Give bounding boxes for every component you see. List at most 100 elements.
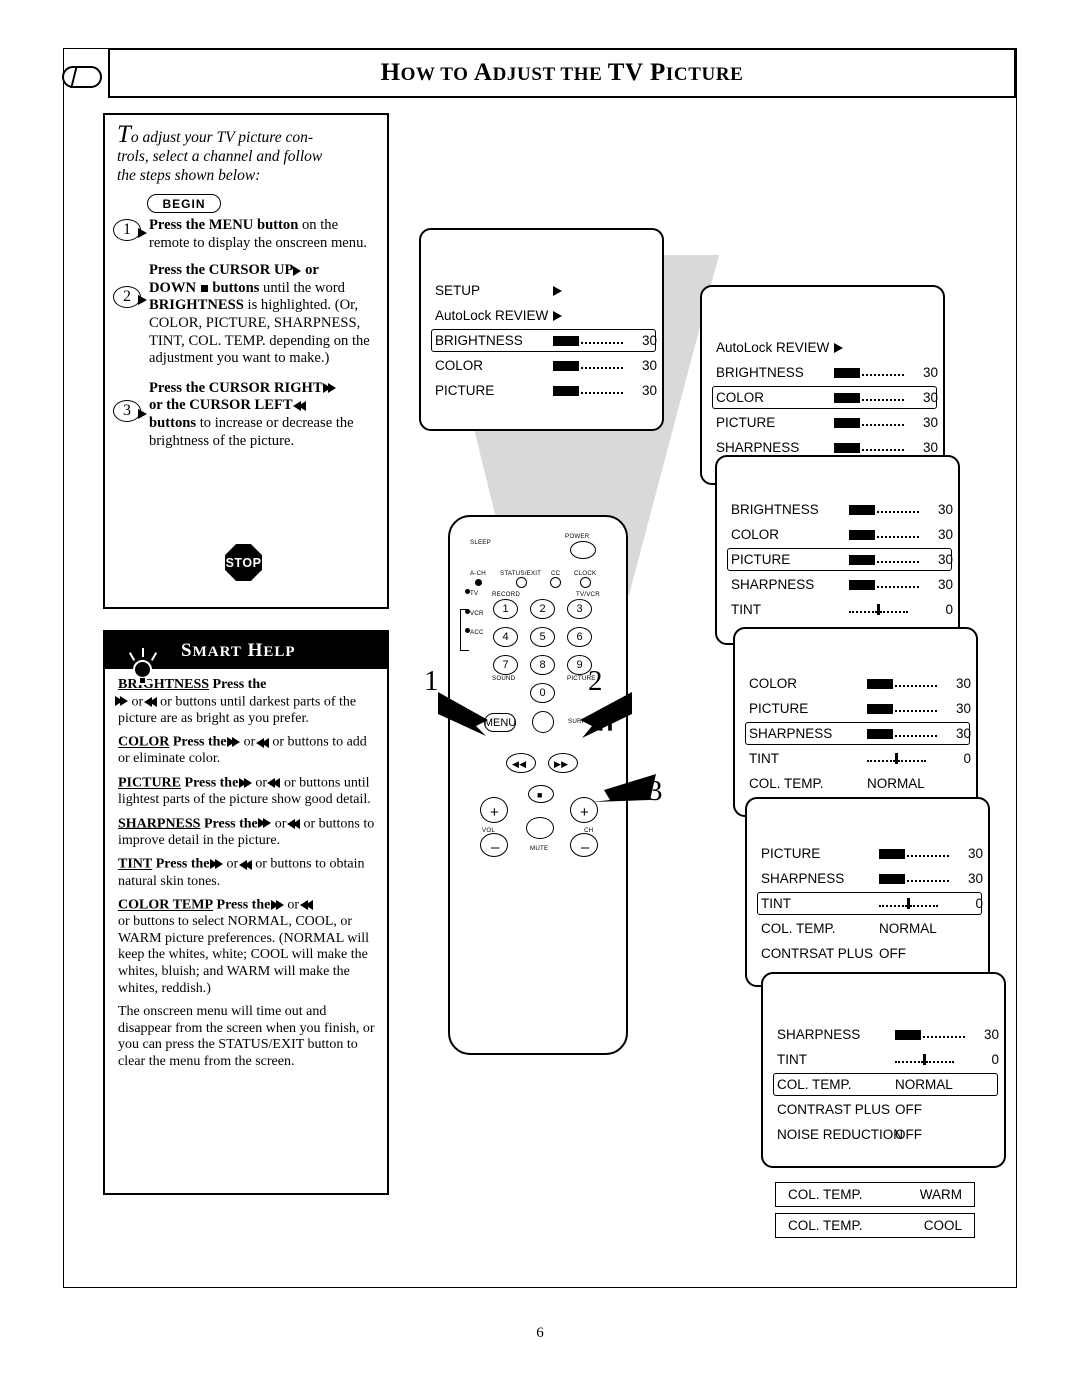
osd-panel-1: SETUP AutoLock REVIEW BRIGHTNESS 30 COLO…: [419, 228, 664, 431]
num-0-button[interactable]: 0: [530, 683, 555, 703]
osd-1-label-picture: PICTURE: [435, 383, 495, 398]
remote-label-statusexit: STATUS/EXIT: [500, 570, 542, 577]
osd-3-row-picture[interactable]: PICTURE 30: [717, 547, 958, 572]
status-exit-button[interactable]: [516, 577, 527, 588]
stop-square-icon: ■: [537, 790, 543, 800]
num-8-button[interactable]: 8: [530, 655, 555, 675]
entry-lead-tint: Press the: [155, 856, 210, 872]
osd-3-value-brightness: 30: [937, 502, 953, 517]
step-3-text: Press the CURSOR RIGHT or the CURSOR LEF…: [117, 380, 375, 451]
osd-5-value-sharpness: 30: [967, 871, 983, 886]
remote-label-record: RECORD: [492, 591, 521, 598]
osd-3-row-color[interactable]: COLOR 30: [717, 522, 958, 547]
ach-button[interactable]: [475, 579, 482, 586]
osd-1-row-color[interactable]: COLOR 30: [421, 353, 662, 378]
minus-icon-ch: –: [581, 839, 590, 856]
osd-6-row-noisereduction[interactable]: NOISE REDUCTION OFF: [763, 1122, 1004, 1147]
osd-2-row-brightness[interactable]: BRIGHTNESS 30: [702, 360, 943, 385]
osd-1-row-autolock[interactable]: AutoLock REVIEW: [421, 303, 662, 328]
coltemp-warm-box[interactable]: COL. TEMP. WARM: [775, 1182, 975, 1207]
osd-1-label-autolock: AutoLock REVIEW: [435, 308, 549, 323]
osd-4-row-tint[interactable]: TINT 0: [735, 746, 976, 771]
osd-5-row-tint[interactable]: TINT 0: [747, 891, 988, 916]
num-4-button[interactable]: 4: [493, 627, 518, 647]
osd-6-bar-sharpness: [895, 1029, 965, 1040]
osd-6-label-contrastplus: CONTRAST PLUS: [777, 1102, 891, 1117]
corner-mark-icon: [62, 66, 102, 88]
osd-5-bar-sharpness: [879, 873, 949, 884]
cc-button[interactable]: [550, 577, 561, 588]
osd-2-row-autolock[interactable]: AutoLock REVIEW: [702, 335, 943, 360]
left-double-icon-6: [299, 898, 313, 913]
power-button[interactable]: [570, 541, 596, 559]
num-1-button[interactable]: 1: [493, 599, 518, 619]
osd-6-row-tint[interactable]: TINT 0: [763, 1047, 1004, 1072]
num-7-button[interactable]: 7: [493, 655, 518, 675]
coltemp-warm-label: COL. TEMP.: [788, 1187, 863, 1202]
vcr-mode-dot-icon: [465, 609, 470, 614]
osd-5-row-contrastplus[interactable]: CONTRSAT PLUS OFF: [747, 941, 988, 966]
osd-4-row-color[interactable]: COLOR 30: [735, 671, 976, 696]
osd-panel-6: SHARPNESS 30 TINT 0 COL. TEMP. NORMAL CO…: [761, 972, 1006, 1168]
num-6-button[interactable]: 6: [567, 627, 592, 647]
coltemp-cool-box[interactable]: COL. TEMP. COOL: [775, 1213, 975, 1238]
step-2-buttons: buttons: [208, 279, 260, 296]
num-2-button[interactable]: 2: [530, 599, 555, 619]
step-1-bold: Press the MENU button: [149, 217, 299, 233]
clock-button[interactable]: [580, 577, 591, 588]
remote-label-mute: MUTE: [530, 845, 549, 852]
osd-6-row-contrastplus[interactable]: CONTRAST PLUS OFF: [763, 1097, 1004, 1122]
osd-4-row-picture[interactable]: PICTURE 30: [735, 696, 976, 721]
left-double-icon-3: [267, 776, 281, 791]
play-button[interactable]: [532, 711, 554, 733]
entry-lead-sharpness: Press the: [203, 816, 258, 832]
osd-5-row-picture[interactable]: PICTURE 30: [747, 841, 988, 866]
remote-label-acc: ACC: [470, 629, 484, 636]
step-1-number: 1: [113, 219, 147, 241]
osd-5-label-coltemp: COL. TEMP.: [761, 921, 836, 936]
right-double-icon-2: [227, 734, 241, 751]
osd-4-bar-picture: [867, 703, 937, 714]
intro-paragraph: To adjust your TV picture con-trols, sel…: [117, 121, 323, 184]
osd-1-row-brightness[interactable]: BRIGHTNESS 30: [421, 328, 662, 353]
osd-5-row-sharpness[interactable]: SHARPNESS 30: [747, 866, 988, 891]
osd-5-row-coltemp[interactable]: COL. TEMP. NORMAL: [747, 916, 988, 941]
osd-4-row-coltemp[interactable]: COL. TEMP. NORMAL: [735, 771, 976, 796]
osd-1-bar-picture: [553, 385, 623, 396]
osd-6-row-sharpness[interactable]: SHARPNESS 30: [763, 1022, 1004, 1047]
mute-button[interactable]: [526, 817, 554, 839]
osd-5-value-coltemp: NORMAL: [879, 921, 937, 936]
osd-1-row-picture[interactable]: PICTURE 30: [421, 378, 662, 403]
osd-3-bar-sharpness: [849, 579, 919, 590]
osd-2-value-brightness: 30: [922, 365, 938, 380]
num-3-button[interactable]: 3: [567, 599, 592, 619]
osd-panel-3: BRIGHTNESS 30 COLOR 30 PICTURE 30 SHARPN…: [715, 455, 960, 645]
osd-panel-4: COLOR 30 PICTURE 30 SHARPNESS 30 TINT 0 …: [733, 627, 978, 817]
callout-2-arrow: [580, 692, 632, 738]
osd-5-label-contrastplus: CONTRSAT PLUS: [761, 946, 874, 961]
osd-4-row-sharpness[interactable]: SHARPNESS 30: [735, 721, 976, 746]
num-5-button[interactable]: 5: [530, 627, 555, 647]
begin-badge: BEGIN: [147, 194, 221, 213]
osd-3-row-sharpness[interactable]: SHARPNESS 30: [717, 572, 958, 597]
osd-1-row-setup[interactable]: SETUP: [421, 278, 662, 303]
left-double-icon-1: [143, 694, 157, 709]
osd-1-label-setup: SETUP: [435, 283, 481, 298]
page-title: HOW TO ADJUST THE TV PICTURE: [380, 59, 744, 86]
coltemp-warm-value: WARM: [919, 1187, 962, 1202]
smart-help-entry-colortemp: COLOR TEMP Press the or or buttons to se…: [118, 897, 370, 996]
cursor-left-double-icon: [293, 397, 307, 413]
remote-label-ach: A-CH: [470, 570, 486, 577]
osd-2-row-color[interactable]: COLOR 30: [702, 385, 943, 410]
osd-2-row-picture[interactable]: PICTURE 30: [702, 410, 943, 435]
osd-1-bar-brightness: [553, 335, 623, 346]
tv-mode-dot-icon: [465, 589, 470, 594]
steps-panel: To adjust your TV picture con-trols, sel…: [103, 113, 389, 609]
osd-3-row-tint[interactable]: TINT 0: [717, 597, 958, 622]
osd-2-label-sharpness: SHARPNESS: [716, 440, 800, 455]
osd-6-row-coltemp[interactable]: COL. TEMP. NORMAL: [763, 1072, 1004, 1097]
right-double-icon-1: [115, 694, 128, 711]
osd-3-row-brightness[interactable]: BRIGHTNESS 30: [717, 497, 958, 522]
osd-6-value-sharpness: 30: [983, 1027, 999, 1042]
smart-help-title: SMART HELP: [181, 639, 296, 661]
